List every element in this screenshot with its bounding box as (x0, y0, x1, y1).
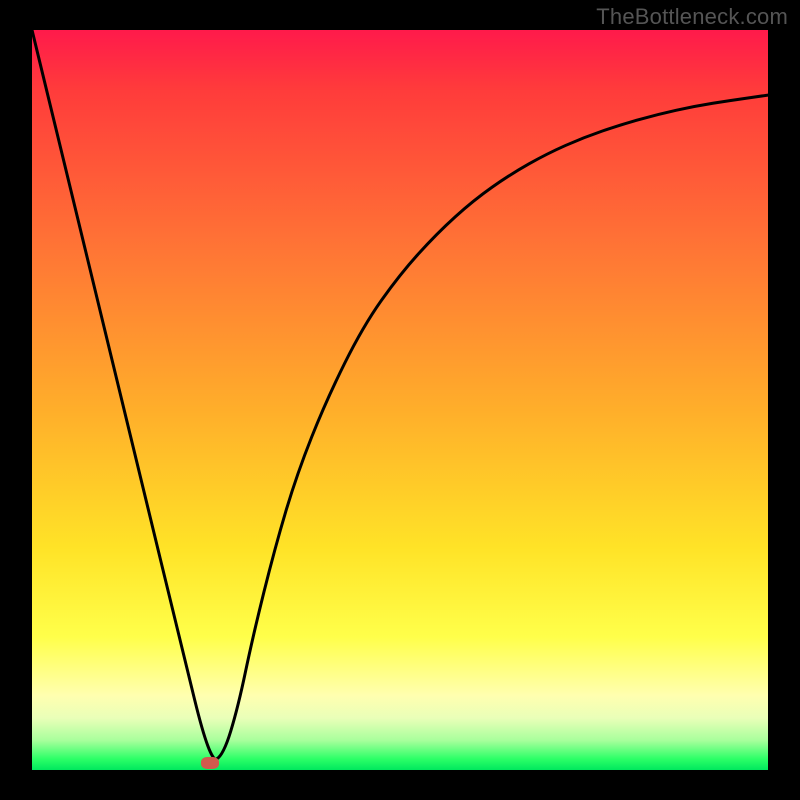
chart-frame (0, 0, 800, 800)
plot-area (32, 30, 768, 770)
minimum-marker (201, 757, 219, 769)
curve-layer (32, 30, 768, 770)
watermark-text: TheBottleneck.com (596, 4, 788, 30)
chart-stage: TheBottleneck.com (0, 0, 800, 800)
bottleneck-curve (32, 30, 768, 759)
